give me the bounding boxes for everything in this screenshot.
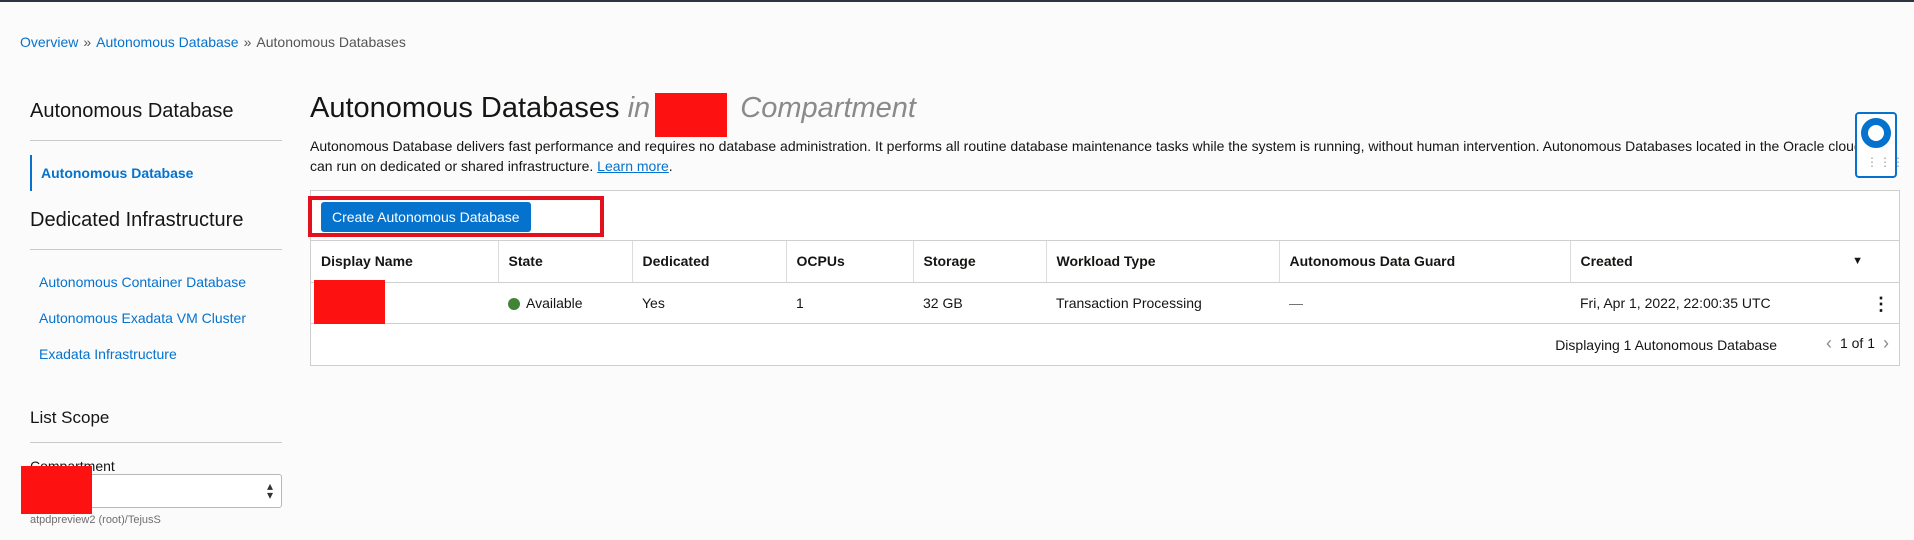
- breadcrumb-overview-link[interactable]: Overview: [20, 34, 78, 50]
- created-timestamp: Fri, Apr 1, 2022, 22:00:35 UTC: [1580, 294, 1771, 311]
- column-header-storage[interactable]: Storage: [913, 241, 1047, 283]
- sidebar: Autonomous Database Autonomous Database …: [30, 100, 282, 372]
- list-scope-heading: List Scope: [30, 408, 110, 427]
- sidebar-heading: Autonomous Database: [30, 100, 234, 122]
- list-scope: List Scope Compartment ▴▾ atpdpreview2 (…: [30, 408, 282, 526]
- column-header-data-guard[interactable]: Autonomous Data Guard: [1279, 241, 1571, 283]
- column-header-dedicated[interactable]: Dedicated: [632, 241, 787, 283]
- pagination: ‹ 1 of 1 ›: [1826, 334, 1889, 352]
- breadcrumb-separator: »: [243, 34, 252, 50]
- column-header-state[interactable]: State: [498, 241, 633, 283]
- sidebar-item-container-database[interactable]: Autonomous Container Database: [30, 264, 282, 300]
- cell-workload-type: Transaction Processing: [1046, 282, 1279, 324]
- main-content: Autonomous Databases in Compartment Auto…: [308, 92, 1914, 366]
- page-description: Autonomous Database delivers fast perfor…: [310, 136, 1906, 176]
- cell-ocpus: 1: [786, 282, 913, 324]
- redaction-box: [655, 93, 727, 137]
- column-header-ocpus[interactable]: OCPUs: [786, 241, 914, 283]
- divider: [30, 140, 282, 141]
- breadcrumb: Overview» Autonomous Database» Autonomous …: [20, 34, 406, 50]
- cell-state: Available: [498, 282, 632, 324]
- status-available-icon: [508, 297, 520, 310]
- up-down-caret-icon: ▴ ▾: [266, 479, 273, 502]
- cell-dedicated: Yes: [632, 282, 786, 324]
- cell-display-name[interactable]: [311, 279, 498, 324]
- divider: [30, 249, 282, 250]
- chevron-left-icon[interactable]: ‹: [1826, 334, 1832, 352]
- help-widget[interactable]: ⋮⋮⋮: [1855, 112, 1904, 178]
- create-autonomous-database-button[interactable]: Create Autonomous Database: [321, 202, 531, 232]
- databases-table: Display Name State Dedicated OCPUs Stora…: [311, 241, 1899, 324]
- result-count: Displaying 1 Autonomous Database: [1555, 336, 1777, 353]
- page-title-text: Autonomous Databases: [310, 92, 620, 124]
- page-title: Autonomous Databases in Compartment: [310, 92, 1914, 125]
- redaction-box: [21, 466, 92, 514]
- column-header-workload-type[interactable]: Workload Type: [1046, 241, 1280, 283]
- drag-handle-icon[interactable]: ⋮⋮⋮: [1866, 156, 1905, 168]
- top-bar: [0, 0, 1914, 2]
- learn-more-link[interactable]: Learn more: [597, 158, 669, 174]
- caret-down-icon[interactable]: ▼: [1852, 255, 1863, 267]
- table-footer: Displaying 1 Autonomous Database ‹ 1 of …: [311, 324, 1899, 364]
- life-ring-icon: [1861, 118, 1891, 148]
- page-indicator: 1 of 1: [1839, 334, 1875, 351]
- sidebar-item-exadata-vm-cluster[interactable]: Autonomous Exadata VM Cluster: [30, 300, 282, 336]
- table-row: Available Yes 1 32 GB Transaction Proces…: [311, 279, 1899, 324]
- table-header-row: Display Name State Dedicated OCPUs Stora…: [311, 241, 1899, 283]
- cell-created: Fri, Apr 1, 2022, 22:00:35 UTC ⋮: [1570, 282, 1899, 324]
- kebab-menu-icon[interactable]: ⋮: [1872, 295, 1890, 313]
- page-title-compartment: Compartment: [740, 92, 916, 124]
- cell-data-guard: —: [1279, 282, 1570, 324]
- description-line-1: Autonomous Database delivers fast perfor…: [310, 138, 1862, 154]
- chevron-right-icon[interactable]: ›: [1883, 334, 1889, 352]
- status-text: Available: [526, 294, 583, 311]
- breadcrumb-separator: »: [83, 34, 92, 50]
- table-toolbar: Create Autonomous Database: [308, 191, 1899, 241]
- column-header-display-name[interactable]: Display Name: [311, 241, 499, 283]
- cell-storage: 32 GB: [913, 282, 1046, 324]
- divider: [30, 442, 282, 443]
- sidebar-item-exadata-infrastructure[interactable]: Exadata Infrastructure: [30, 336, 282, 372]
- description-period: .: [668, 158, 673, 174]
- redaction-box: [314, 279, 385, 324]
- compartment-path: atpdpreview2 (root)/TejusS: [30, 514, 161, 526]
- description-line-2-text: can run on dedicated or shared infrastru…: [310, 158, 594, 174]
- sidebar-dedicated-heading: Dedicated Infrastructure: [30, 209, 244, 231]
- description-line-2: can run on dedicated or shared infrastru…: [310, 156, 1906, 176]
- breadcrumb-autonomous-database-link[interactable]: Autonomous Database: [96, 34, 238, 50]
- column-header-created-label: Created: [1580, 253, 1633, 270]
- column-header-created[interactable]: Created ▼: [1570, 241, 1899, 283]
- breadcrumb-current: Autonomous Databases: [256, 34, 406, 50]
- sidebar-item-autonomous-database[interactable]: Autonomous Database: [30, 155, 282, 191]
- databases-panel: Create Autonomous Database Display Name …: [308, 190, 1900, 366]
- page-title-in: in: [627, 92, 651, 124]
